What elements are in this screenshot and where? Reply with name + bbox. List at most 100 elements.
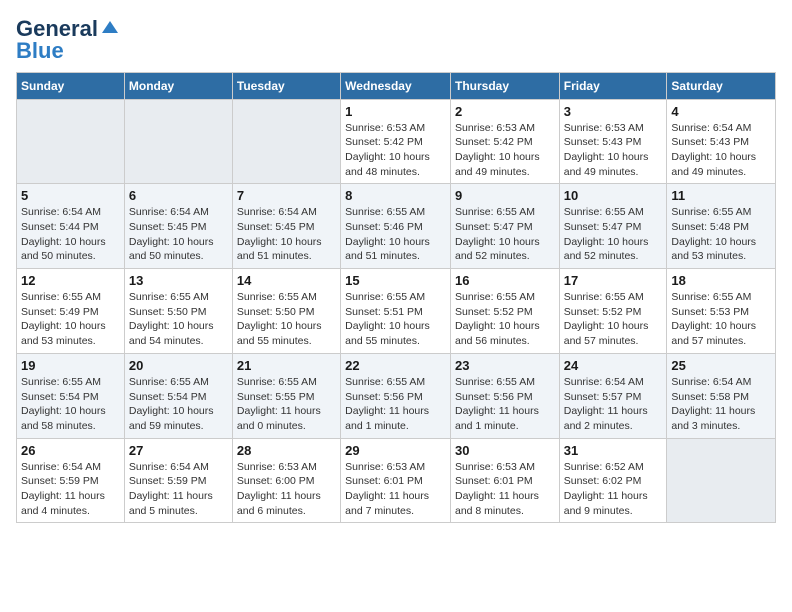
calendar-cell: 14 Sunrise: 6:55 AM Sunset: 5:50 PM Dayli… bbox=[232, 269, 340, 354]
day-info: Sunrise: 6:55 AM Sunset: 5:47 PM Dayligh… bbox=[564, 205, 663, 264]
calendar-cell: 19Sunrise: 6:55 AM Sunset: 5:54 PM Dayli… bbox=[17, 353, 125, 438]
day-number: 14 bbox=[237, 273, 336, 288]
calendar-cell: 28 Sunrise: 6:53 AM Sunset: 6:00 PM Dayli… bbox=[232, 438, 340, 523]
logo-icon bbox=[100, 19, 120, 39]
day-number: 10 bbox=[564, 188, 663, 203]
day-number: 12 bbox=[21, 273, 120, 288]
day-info: Sunrise: 6:53 AM Sunset: 5:42 PM Dayligh… bbox=[345, 121, 446, 180]
day-info: Sunrise: 6:55 AM Sunset: 5:55 PM Dayligh… bbox=[237, 375, 336, 434]
day-header-saturday: Saturday bbox=[667, 72, 776, 99]
day-info: Sunrise: 6:54 AM Sunset: 5:44 PM Dayligh… bbox=[21, 205, 120, 264]
day-number: 16 bbox=[455, 273, 555, 288]
page-header: General Blue bbox=[16, 16, 776, 60]
day-header-friday: Friday bbox=[559, 72, 667, 99]
day-info: Sunrise: 6:54 AM Sunset: 5:59 PM Dayligh… bbox=[129, 460, 228, 519]
calendar-cell: 10 Sunrise: 6:55 AM Sunset: 5:47 PM Dayli… bbox=[559, 184, 667, 269]
logo-blue: Blue bbox=[16, 42, 64, 60]
day-number: 1 bbox=[345, 104, 446, 119]
day-info: Sunrise: 6:55 AM Sunset: 5:50 PM Dayligh… bbox=[129, 290, 228, 349]
day-info: Sunrise: 6:54 AM Sunset: 5:59 PM Dayligh… bbox=[21, 460, 120, 519]
day-info: Sunrise: 6:55 AM Sunset: 5:56 PM Dayligh… bbox=[345, 375, 446, 434]
calendar-header-row: SundayMondayTuesdayWednesdayThursdayFrid… bbox=[17, 72, 776, 99]
day-info: Sunrise: 6:55 AM Sunset: 5:53 PM Dayligh… bbox=[671, 290, 771, 349]
calendar-cell: 25Sunrise: 6:54 AM Sunset: 5:58 PM Dayli… bbox=[667, 353, 776, 438]
day-header-monday: Monday bbox=[124, 72, 232, 99]
logo: General Blue bbox=[16, 16, 120, 60]
calendar-table: SundayMondayTuesdayWednesdayThursdayFrid… bbox=[16, 72, 776, 524]
day-number: 4 bbox=[671, 104, 771, 119]
calendar-cell: 23 Sunrise: 6:55 AM Sunset: 5:56 PM Dayli… bbox=[450, 353, 559, 438]
day-number: 29 bbox=[345, 443, 446, 458]
calendar-cell: 12Sunrise: 6:55 AM Sunset: 5:49 PM Dayli… bbox=[17, 269, 125, 354]
calendar-cell: 6 Sunrise: 6:54 AM Sunset: 5:45 PM Daylig… bbox=[124, 184, 232, 269]
day-header-tuesday: Tuesday bbox=[232, 72, 340, 99]
day-info: Sunrise: 6:55 AM Sunset: 5:52 PM Dayligh… bbox=[455, 290, 555, 349]
day-info: Sunrise: 6:54 AM Sunset: 5:43 PM Dayligh… bbox=[671, 121, 771, 180]
day-number: 3 bbox=[564, 104, 663, 119]
calendar-cell: 29 Sunrise: 6:53 AM Sunset: 6:01 PM Dayli… bbox=[341, 438, 451, 523]
day-number: 26 bbox=[21, 443, 120, 458]
day-number: 18 bbox=[671, 273, 771, 288]
day-number: 24 bbox=[564, 358, 663, 373]
day-info: Sunrise: 6:55 AM Sunset: 5:51 PM Dayligh… bbox=[345, 290, 446, 349]
day-number: 8 bbox=[345, 188, 446, 203]
day-info: Sunrise: 6:54 AM Sunset: 5:45 PM Dayligh… bbox=[237, 205, 336, 264]
day-number: 5 bbox=[21, 188, 120, 203]
day-info: Sunrise: 6:53 AM Sunset: 5:42 PM Dayligh… bbox=[455, 121, 555, 180]
day-info: Sunrise: 6:55 AM Sunset: 5:47 PM Dayligh… bbox=[455, 205, 555, 264]
calendar-cell: 2Sunrise: 6:53 AM Sunset: 5:42 PM Daylig… bbox=[450, 99, 559, 184]
day-number: 7 bbox=[237, 188, 336, 203]
calendar-cell: 24 Sunrise: 6:54 AM Sunset: 5:57 PM Dayli… bbox=[559, 353, 667, 438]
day-info: Sunrise: 6:54 AM Sunset: 5:58 PM Dayligh… bbox=[671, 375, 771, 434]
day-number: 15 bbox=[345, 273, 446, 288]
day-info: Sunrise: 6:55 AM Sunset: 5:54 PM Dayligh… bbox=[21, 375, 120, 434]
day-number: 28 bbox=[237, 443, 336, 458]
calendar-cell: 11 Sunrise: 6:55 AM Sunset: 5:48 PM Dayli… bbox=[667, 184, 776, 269]
calendar-cell: 1 Sunrise: 6:53 AM Sunset: 5:42 PM Daylig… bbox=[341, 99, 451, 184]
calendar-cell: 3 Sunrise: 6:53 AM Sunset: 5:43 PM Daylig… bbox=[559, 99, 667, 184]
day-number: 30 bbox=[455, 443, 555, 458]
day-number: 6 bbox=[129, 188, 228, 203]
calendar-cell: 4 Sunrise: 6:54 AM Sunset: 5:43 PM Daylig… bbox=[667, 99, 776, 184]
day-info: Sunrise: 6:55 AM Sunset: 5:46 PM Dayligh… bbox=[345, 205, 446, 264]
day-number: 23 bbox=[455, 358, 555, 373]
day-info: Sunrise: 6:55 AM Sunset: 5:56 PM Dayligh… bbox=[455, 375, 555, 434]
day-info: Sunrise: 6:54 AM Sunset: 5:45 PM Dayligh… bbox=[129, 205, 228, 264]
day-info: Sunrise: 6:55 AM Sunset: 5:50 PM Dayligh… bbox=[237, 290, 336, 349]
calendar-cell: 18 Sunrise: 6:55 AM Sunset: 5:53 PM Dayli… bbox=[667, 269, 776, 354]
day-info: Sunrise: 6:55 AM Sunset: 5:54 PM Dayligh… bbox=[129, 375, 228, 434]
calendar-week-row: 1 Sunrise: 6:53 AM Sunset: 5:42 PM Daylig… bbox=[17, 99, 776, 184]
day-number: 20 bbox=[129, 358, 228, 373]
calendar-cell: 31 Sunrise: 6:52 AM Sunset: 6:02 PM Dayli… bbox=[559, 438, 667, 523]
calendar-cell: 17 Sunrise: 6:55 AM Sunset: 5:52 PM Dayli… bbox=[559, 269, 667, 354]
day-number: 13 bbox=[129, 273, 228, 288]
calendar-week-row: 19Sunrise: 6:55 AM Sunset: 5:54 PM Dayli… bbox=[17, 353, 776, 438]
day-info: Sunrise: 6:53 AM Sunset: 6:00 PM Dayligh… bbox=[237, 460, 336, 519]
day-info: Sunrise: 6:53 AM Sunset: 5:43 PM Dayligh… bbox=[564, 121, 663, 180]
day-header-thursday: Thursday bbox=[450, 72, 559, 99]
day-info: Sunrise: 6:54 AM Sunset: 5:57 PM Dayligh… bbox=[564, 375, 663, 434]
day-info: Sunrise: 6:53 AM Sunset: 6:01 PM Dayligh… bbox=[455, 460, 555, 519]
calendar-week-row: 26 Sunrise: 6:54 AM Sunset: 5:59 PM Dayli… bbox=[17, 438, 776, 523]
day-info: Sunrise: 6:52 AM Sunset: 6:02 PM Dayligh… bbox=[564, 460, 663, 519]
day-number: 31 bbox=[564, 443, 663, 458]
day-info: Sunrise: 6:55 AM Sunset: 5:48 PM Dayligh… bbox=[671, 205, 771, 264]
calendar-cell bbox=[232, 99, 340, 184]
calendar-cell: 27 Sunrise: 6:54 AM Sunset: 5:59 PM Dayli… bbox=[124, 438, 232, 523]
day-number: 17 bbox=[564, 273, 663, 288]
day-header-wednesday: Wednesday bbox=[341, 72, 451, 99]
day-header-sunday: Sunday bbox=[17, 72, 125, 99]
calendar-cell: 5 Sunrise: 6:54 AM Sunset: 5:44 PM Daylig… bbox=[17, 184, 125, 269]
calendar-week-row: 5 Sunrise: 6:54 AM Sunset: 5:44 PM Daylig… bbox=[17, 184, 776, 269]
day-info: Sunrise: 6:53 AM Sunset: 6:01 PM Dayligh… bbox=[345, 460, 446, 519]
day-number: 22 bbox=[345, 358, 446, 373]
calendar-cell: 16 Sunrise: 6:55 AM Sunset: 5:52 PM Dayli… bbox=[450, 269, 559, 354]
day-info: Sunrise: 6:55 AM Sunset: 5:52 PM Dayligh… bbox=[564, 290, 663, 349]
day-number: 11 bbox=[671, 188, 771, 203]
calendar-week-row: 12Sunrise: 6:55 AM Sunset: 5:49 PM Dayli… bbox=[17, 269, 776, 354]
calendar-cell: 22 Sunrise: 6:55 AM Sunset: 5:56 PM Dayli… bbox=[341, 353, 451, 438]
day-number: 9 bbox=[455, 188, 555, 203]
day-number: 27 bbox=[129, 443, 228, 458]
calendar-cell bbox=[17, 99, 125, 184]
calendar-cell: 21Sunrise: 6:55 AM Sunset: 5:55 PM Dayli… bbox=[232, 353, 340, 438]
